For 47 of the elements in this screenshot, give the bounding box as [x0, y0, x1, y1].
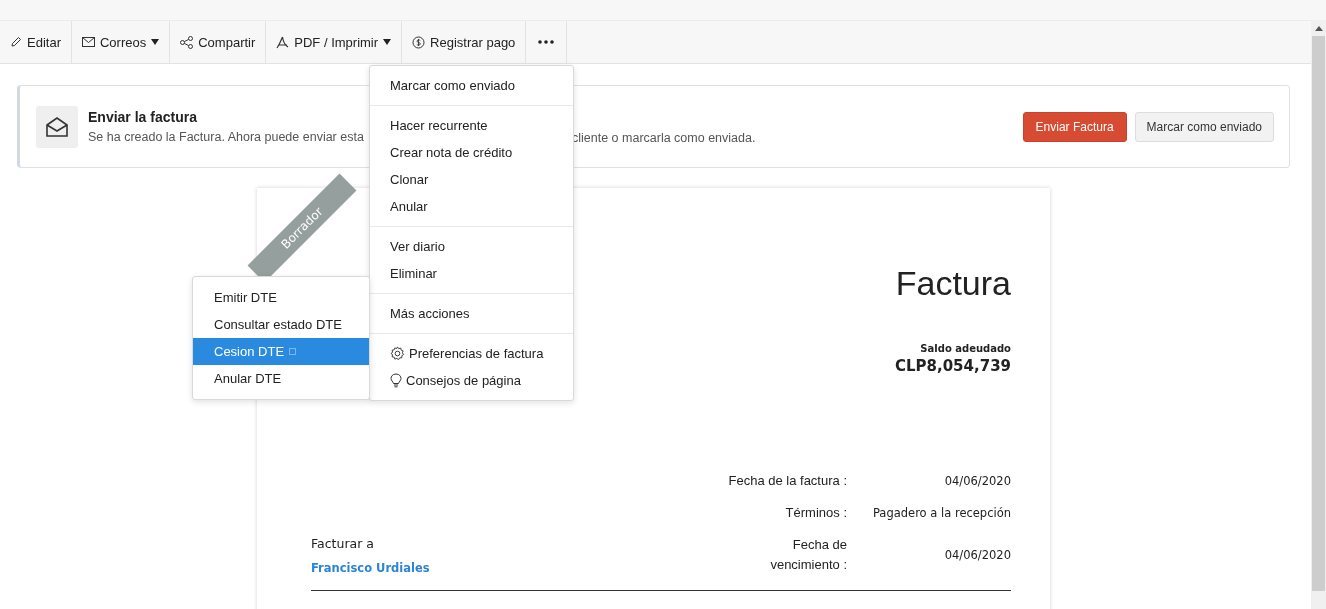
submenu-item[interactable]: Consultar estado DTE — [193, 311, 369, 338]
envelope-icon — [81, 37, 95, 47]
menu-item[interactable]: Clonar — [370, 166, 573, 193]
bill-to-label: Facturar a — [311, 536, 375, 551]
detail-label: Fecha de la factura : — [727, 472, 847, 490]
menu-item[interactable]: Preferencias de factura — [370, 340, 573, 367]
toolbar-button[interactable]: Compartir — [170, 21, 267, 63]
send-invoice-button[interactable]: Enviar Factura — [1022, 111, 1127, 142]
more-icon — [538, 40, 555, 44]
detail-label: Fecha de vencimiento : — [769, 536, 847, 574]
banner-text: cliente o marcarla como enviada. — [572, 131, 756, 145]
submenu-item[interactable]: Cesion DTE — [193, 338, 369, 365]
menu-item[interactable]: Crear nota de crédito — [370, 139, 573, 166]
submenu-item[interactable]: Anular DTE — [193, 365, 369, 392]
banner-text: Se ha creado la Factura. Ahora puede enviar esta — [88, 130, 364, 144]
envelope-icon — [36, 105, 78, 148]
toolbar-button[interactable]: Registrar pago — [402, 21, 527, 63]
menu-item[interactable]: Anular — [370, 193, 573, 220]
toolbar-button[interactable]: PDF / Imprimir — [266, 21, 403, 63]
scrollbar-thumb[interactable] — [1312, 36, 1325, 591]
settings-icon — [390, 346, 405, 361]
menu-item[interactable]: Marcar como enviado — [370, 72, 573, 99]
toolbar-button[interactable]: Editar — [0, 21, 72, 63]
invoice-title: Factura — [895, 264, 1011, 303]
detail-value: Pagadero a la recepción — [871, 506, 1011, 520]
menu-item[interactable]: Hacer recurrente — [370, 112, 573, 139]
customer-link[interactable]: Francisco Urdiales — [311, 561, 430, 575]
menu-item[interactable]: Eliminar — [370, 260, 573, 287]
coin-icon — [412, 35, 426, 49]
share-icon — [180, 35, 194, 49]
menu-item[interactable]: Ver diario — [370, 233, 573, 260]
lightbulb-icon — [390, 373, 402, 388]
menu-item[interactable]: Más acciones — [370, 300, 573, 327]
pencil-icon — [10, 36, 22, 48]
pdf-icon — [276, 35, 290, 49]
toolbar-button[interactable]: Correos — [71, 21, 171, 63]
scroll-up-icon — [1314, 26, 1323, 31]
banner-title: Enviar la factura — [88, 109, 198, 125]
balance-label: Saldo adeudado — [920, 343, 1011, 354]
menu-item[interactable]: Consejos de página — [370, 367, 573, 394]
scrollbar[interactable] — [1311, 20, 1326, 609]
detail-value: 04/06/2020 — [943, 474, 1011, 488]
detail-label: Términos : — [784, 504, 847, 522]
mark-sent-button[interactable]: Marcar como enviado — [1134, 111, 1274, 142]
submenu-item[interactable]: Emitir DTE — [193, 284, 369, 311]
detail-value: 04/06/2020 — [943, 548, 1011, 562]
balance-amount: CLP8,054,739 — [895, 357, 1011, 375]
